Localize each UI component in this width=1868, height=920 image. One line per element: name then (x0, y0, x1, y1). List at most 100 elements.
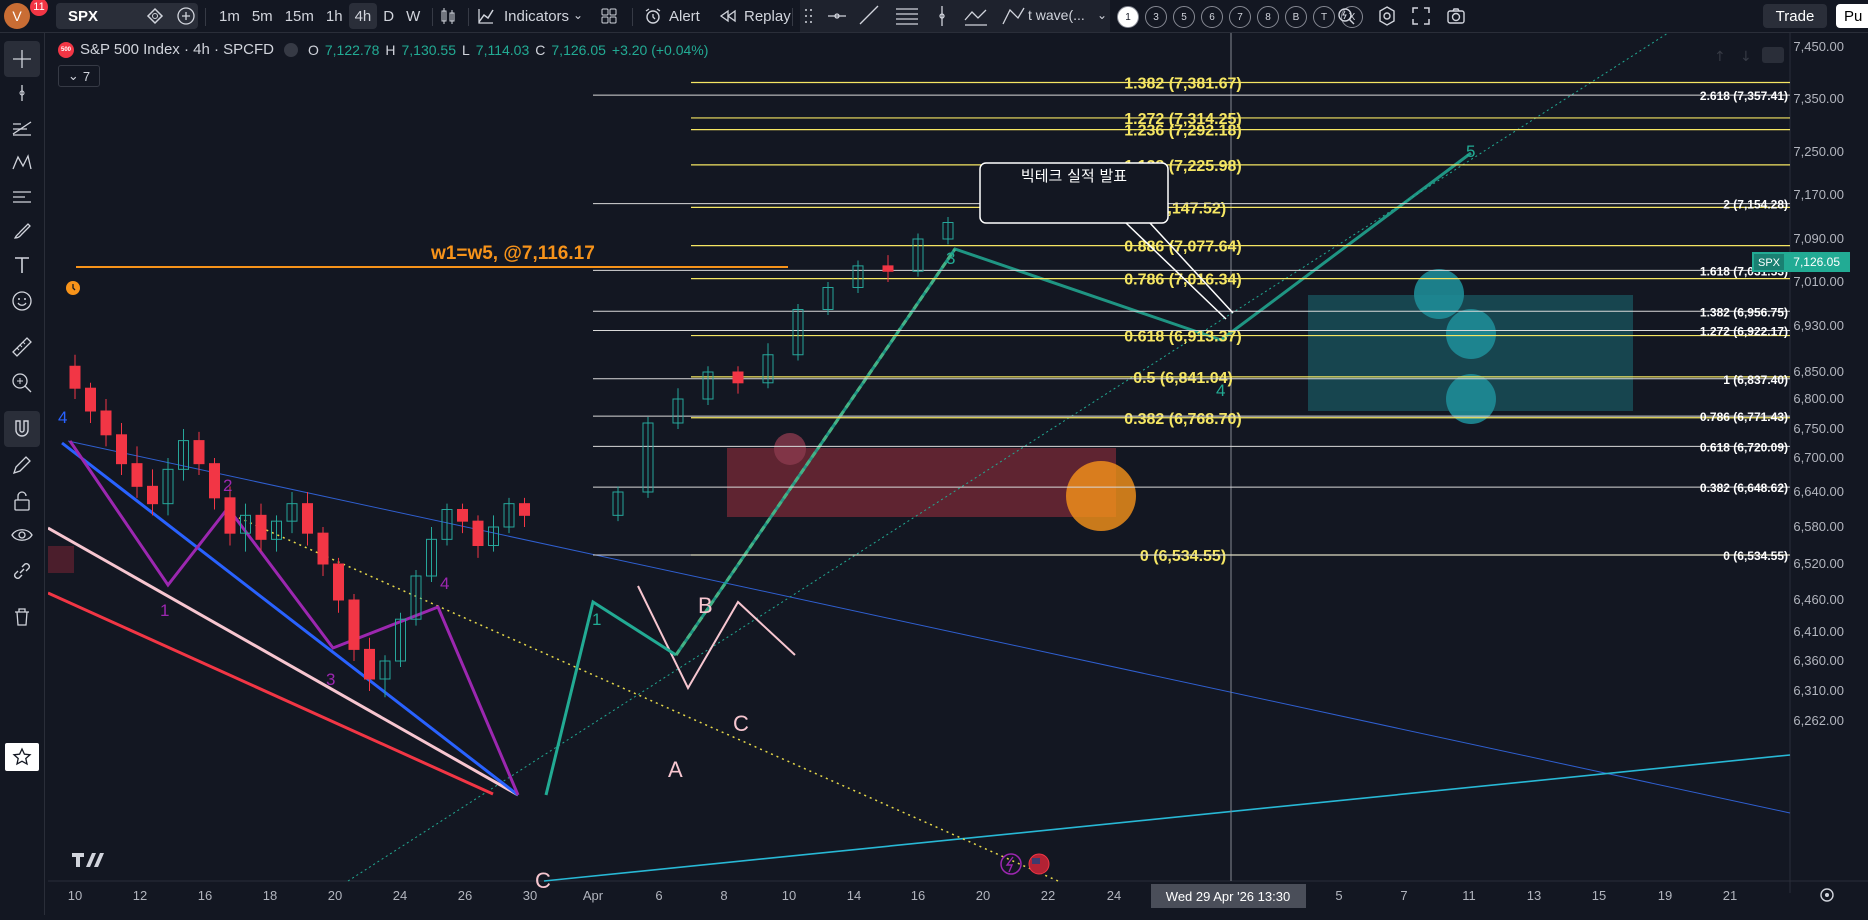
trade-button[interactable]: Trade (1763, 4, 1827, 28)
market-status-icon[interactable] (283, 42, 298, 57)
lock-icon[interactable] (4, 483, 40, 519)
chevron-down-icon[interactable]: ⌄ (573, 8, 583, 22)
replay-icon (719, 9, 736, 23)
price-tick-label: 6,580.00 (1793, 519, 1844, 534)
fib-level-label: 0.618 (6,913.37) (1124, 329, 1241, 346)
eye-icon[interactable] (4, 517, 40, 553)
add-symbol-icon[interactable] (176, 6, 196, 31)
favorite-button-7[interactable]: 7 (1229, 6, 1251, 28)
alert-label: Alert (669, 7, 700, 25)
symbol-tag-text: SPX (1758, 257, 1781, 269)
wave-label: B (698, 593, 713, 618)
callout-text: 빅테크 실적 발표 (1021, 167, 1127, 185)
notification-badge: 11 (30, 0, 48, 16)
timeframe-5m[interactable]: 5m (246, 0, 279, 32)
lightning-search-icon[interactable] (1335, 5, 1357, 32)
favorite-button-8[interactable]: 8 (1257, 6, 1279, 28)
fib-level-label: 1.382 (7,381.67) (1124, 76, 1241, 93)
legend-title[interactable]: S&P 500 Index · 4h · SPCFD (80, 41, 274, 58)
candle-body (472, 520, 484, 546)
wave-label: A (668, 757, 683, 782)
favorite-button-5[interactable]: 5 (1173, 6, 1195, 28)
compare-icon[interactable] (145, 6, 165, 31)
time-tick-label: 5 (1335, 888, 1342, 903)
candle-body (100, 410, 112, 436)
pencil-lock-icon[interactable] (4, 447, 40, 483)
fib-ext-label: 0 (6,534.55) (1723, 549, 1788, 563)
timeframe-1h[interactable]: 1h (320, 0, 349, 32)
time-tick-label: 8 (720, 888, 727, 903)
trend-line-tool-icon[interactable] (4, 75, 40, 111)
svg-text:↓: ↓ (1740, 49, 1752, 65)
price-tick-label: 6,800.00 (1793, 391, 1844, 406)
time-tick-label: 30 (523, 888, 537, 903)
chevron-down-icon[interactable]: ⌄ (1097, 8, 1107, 22)
ruler-tool-icon[interactable] (4, 329, 40, 365)
favorite-button-T[interactable]: T (1313, 6, 1335, 28)
time-tick-label: 24 (393, 888, 407, 903)
alert-button[interactable]: Alert (643, 0, 700, 32)
trade-label: Trade (1775, 7, 1815, 25)
timeframe-4h[interactable]: 4h (348, 3, 378, 29)
link-icon[interactable] (4, 553, 40, 589)
indicators-collapse-button[interactable]: ⌄ 7 (58, 65, 100, 87)
timeframe-W[interactable]: W (400, 0, 426, 32)
price-tick-label: 6,520.00 (1793, 556, 1844, 571)
layout-grid-icon[interactable] (598, 5, 620, 32)
template-selector[interactable]: t wave(... (1028, 7, 1085, 23)
user-avatar[interactable]: V (4, 3, 30, 29)
candle-body (193, 440, 205, 465)
toolbar-divider (205, 8, 206, 26)
magnet-icon[interactable] (4, 411, 40, 447)
timeframe-15m[interactable]: 15m (279, 0, 320, 32)
price-tick-label: 7,170.00 (1793, 187, 1844, 202)
timeframe-D[interactable]: D (377, 0, 400, 32)
fib-tool-icon[interactable] (4, 110, 40, 146)
time-tick-label: 24 (1107, 888, 1121, 903)
pink-marker-circle (774, 433, 806, 465)
text-tool-icon[interactable] (4, 247, 40, 283)
legend-high: 7,130.55 (401, 41, 457, 58)
candle-type-icon[interactable] (437, 5, 459, 32)
timeframe-1m[interactable]: 1m (213, 0, 246, 32)
emoji-tool-icon[interactable] (4, 283, 40, 319)
fib-level-label: 0.786 (7,016.34) (1124, 272, 1241, 289)
favorites-star-icon[interactable] (5, 743, 39, 771)
alarm-indicator-icon[interactable] (66, 281, 80, 295)
price-chart[interactable]: w1=w5, @7,116.17 1.382 (7,381.67) 1.272 (… (47, 32, 1868, 915)
crosshair-tool-icon[interactable] (4, 41, 40, 77)
zoom-in-icon[interactable] (4, 365, 40, 401)
indicators-label: Indicators (504, 7, 570, 25)
fullscreen-icon[interactable] (1410, 5, 1432, 32)
camera-snapshot-icon[interactable] (1445, 5, 1467, 32)
price-tick-label: 6,360.00 (1793, 653, 1844, 668)
favorite-button-1[interactable]: 1 (1117, 6, 1139, 28)
wave-label: 1 (592, 610, 601, 629)
pattern-tool-icon[interactable] (4, 145, 40, 181)
publish-button[interactable]: Pu (1836, 4, 1868, 28)
chart-scroll-controls[interactable]: ↑ ↓ (1714, 47, 1784, 65)
legend-close-label: C (535, 41, 546, 58)
time-tick-label: 20 (328, 888, 342, 903)
indicators-button[interactable]: Indicators (476, 0, 569, 32)
trash-icon[interactable] (4, 599, 40, 635)
time-tick-label: 16 (911, 888, 925, 903)
candle-body (116, 434, 127, 465)
candle-body (224, 497, 236, 534)
candle-body (147, 485, 158, 505)
fib-ext-label: 2 (7,154.28) (1723, 198, 1788, 212)
price-tick-label: 6,460.00 (1793, 592, 1844, 607)
toolbar-divider (432, 8, 433, 26)
prediction-tool-icon[interactable] (4, 179, 40, 215)
brush-tool-icon[interactable] (4, 213, 40, 249)
price-tick-label: 7,250.00 (1793, 144, 1844, 159)
favorite-button-B[interactable]: B (1285, 6, 1307, 28)
chart-pane[interactable]: w1=w5, @7,116.17 1.382 (7,381.67) 1.272 (… (47, 32, 1868, 920)
favorite-button-6[interactable]: 6 (1201, 6, 1223, 28)
replay-button[interactable]: Replay (718, 0, 791, 32)
fib-ext-label: 0.786 (6,771.43) (1700, 410, 1788, 424)
settings-gear-icon[interactable] (1376, 5, 1398, 32)
favorite-button-3[interactable]: 3 (1145, 6, 1167, 28)
fib-ext-label: 1.272 (6,922.17) (1700, 325, 1788, 339)
time-tick-label: Apr (583, 888, 604, 903)
